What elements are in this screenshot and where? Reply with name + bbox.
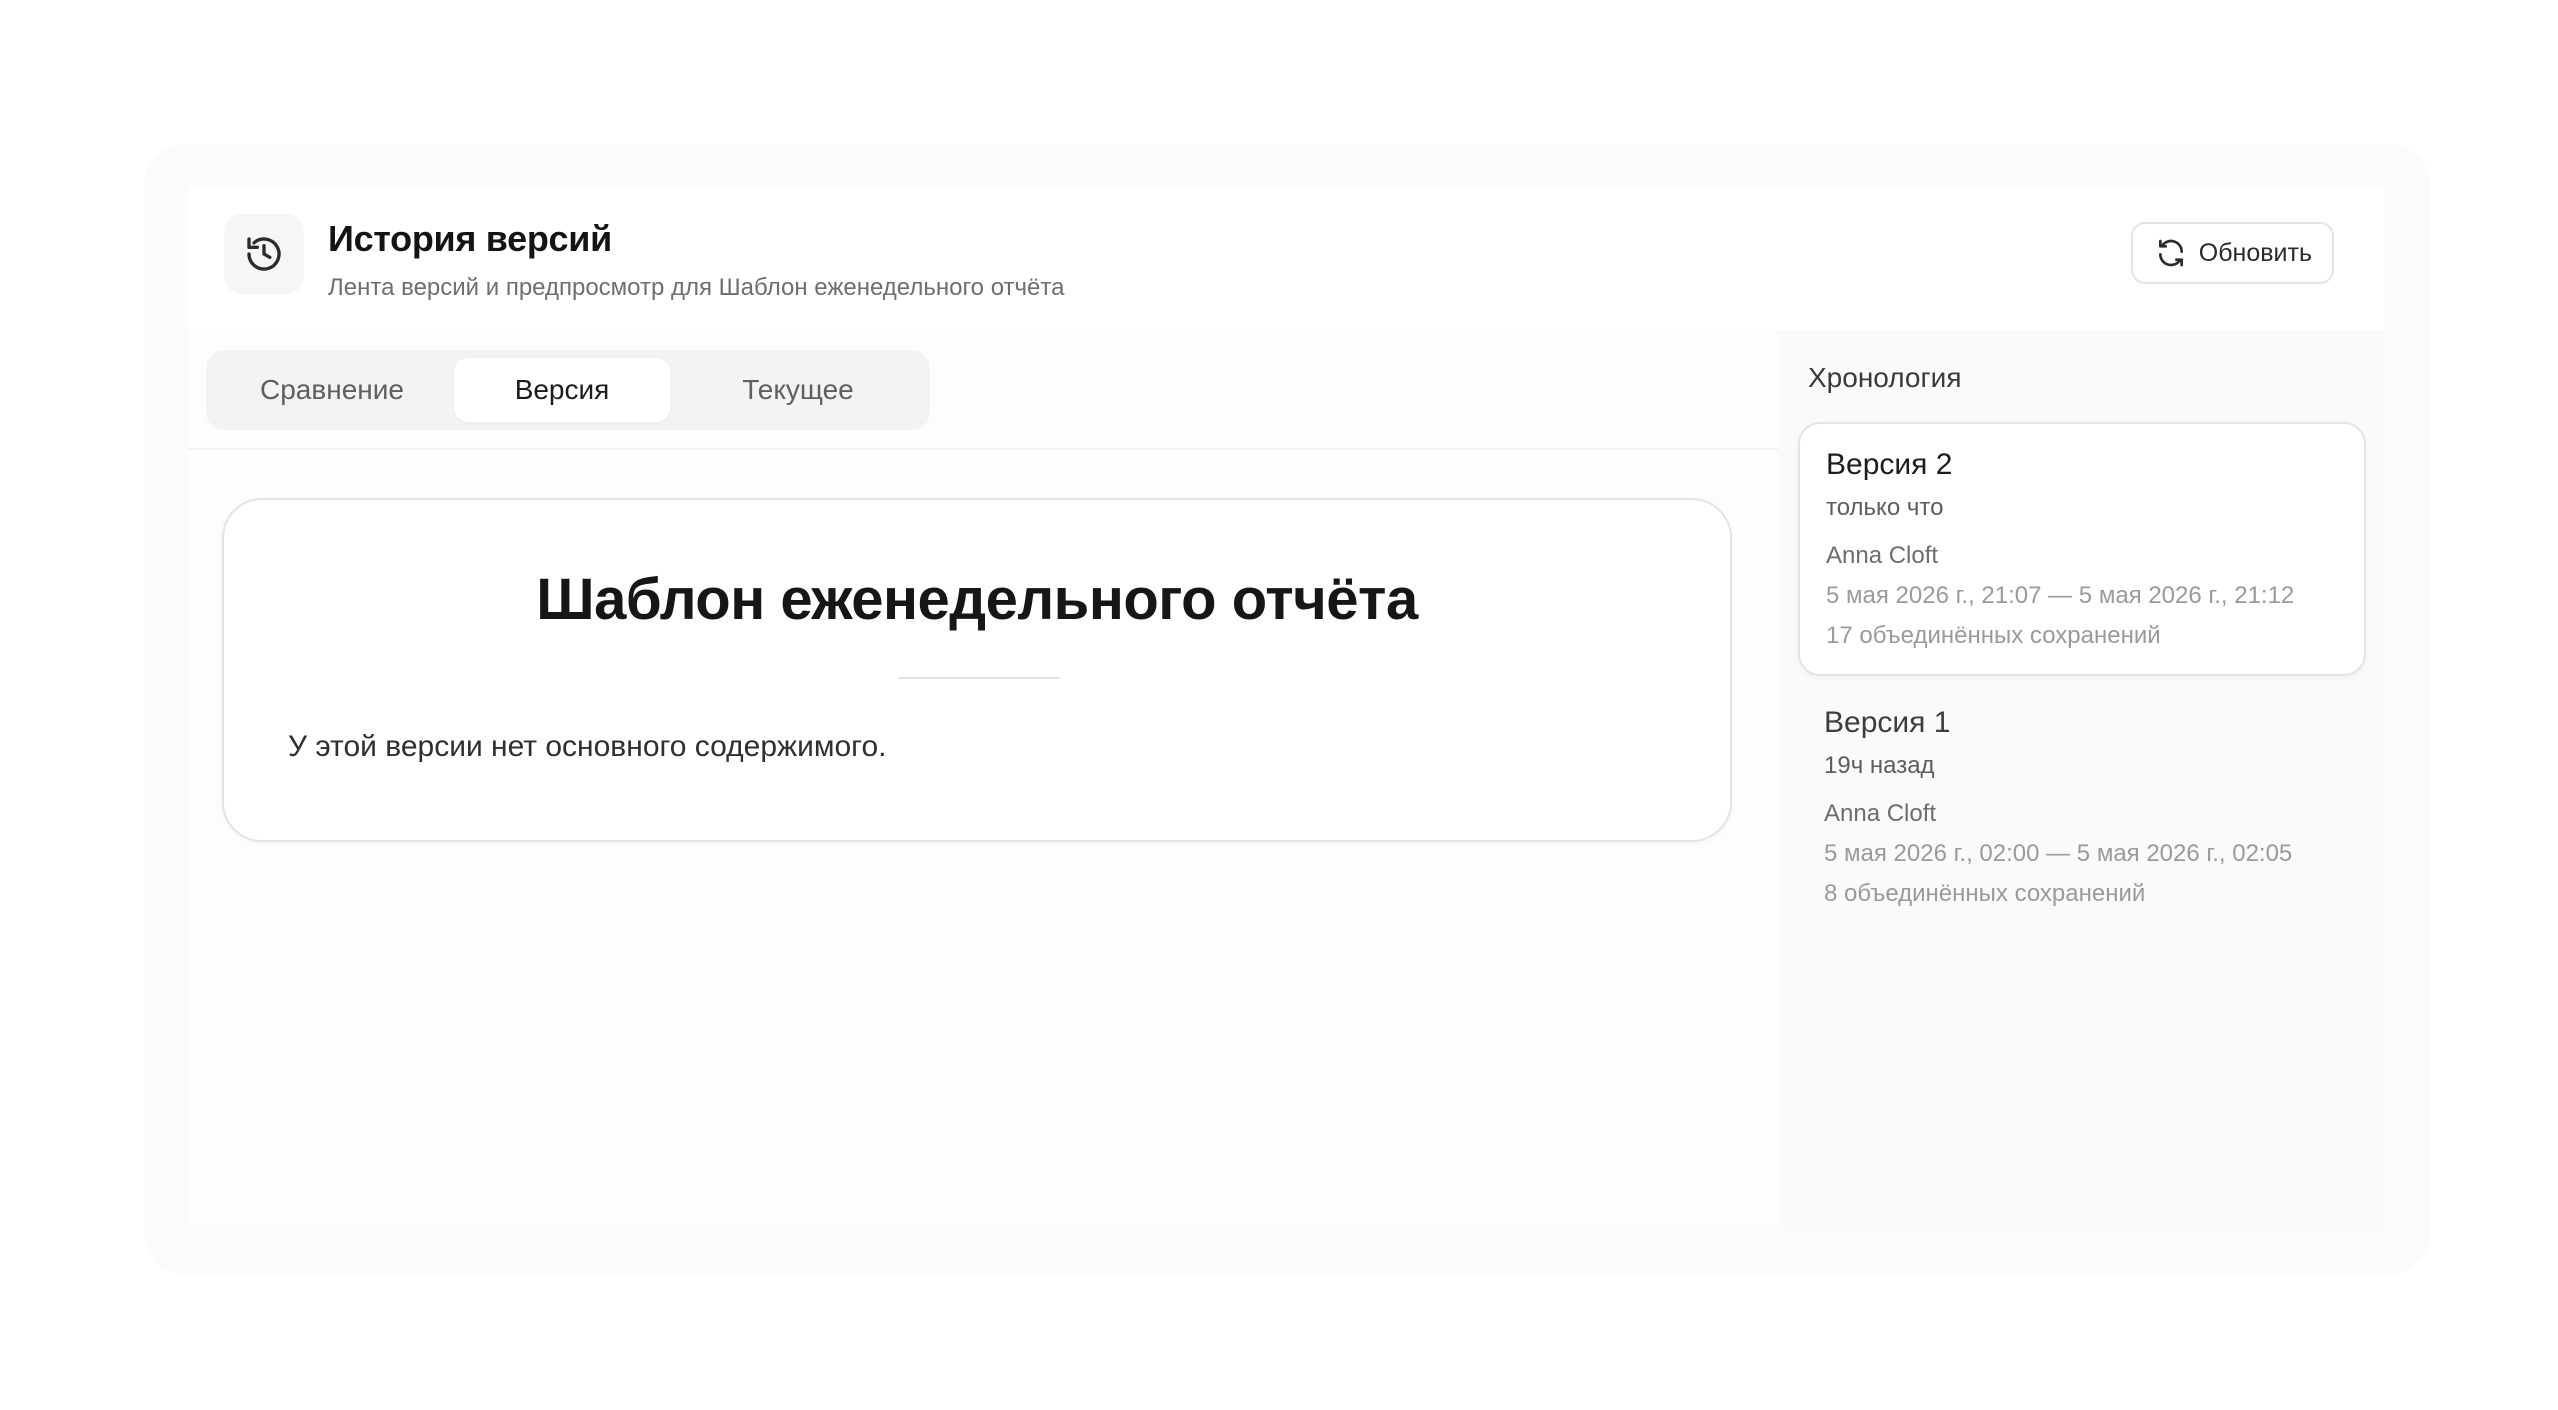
document-body-text: У этой версии нет основного содержимого. [288, 730, 887, 763]
document-preview-card: Шаблон еженедельного отчёта У этой верси… [222, 498, 1732, 842]
page-subtitle: Лента версий и предпросмотр для Шаблон е… [328, 274, 1065, 301]
tab-version[interactable]: Версия [454, 358, 670, 422]
version-saves-count: 8 объединённых сохранений [1824, 880, 2146, 907]
version-time-range: 5 мая 2026 г., 21:07 — 5 мая 2026 г., 21… [1826, 582, 2295, 609]
refresh-icon [2155, 237, 2187, 269]
refresh-button-label: Обновить [2198, 238, 2312, 267]
version-item-1[interactable]: Версия 1 19ч назад Anna Cloft 5 мая 2026… [1798, 682, 2366, 936]
version-name: Версия 2 [1826, 448, 1953, 481]
history-icon [224, 214, 304, 294]
version-time-range: 5 мая 2026 г., 02:00 — 5 мая 2026 г., 02… [1824, 840, 2293, 867]
version-item-2[interactable]: Версия 2 только что Anna Cloft 5 мая 202… [1798, 422, 2366, 676]
timeline-heading: Хронология [1808, 362, 1962, 393]
version-name: Версия 1 [1824, 706, 1951, 739]
refresh-button[interactable]: Обновить [2130, 222, 2334, 284]
view-tabs: Сравнение Версия Текущее [206, 350, 930, 430]
tab-current[interactable]: Текущее [678, 358, 918, 422]
page-title: История версий [328, 218, 612, 259]
version-author: Anna Cloft [1826, 542, 1939, 569]
timeline-sidebar: Хронология Версия 2 только что Anna Clof… [1778, 330, 2384, 1228]
version-author: Anna Cloft [1824, 800, 1937, 827]
version-relative-time: только что [1826, 494, 1944, 521]
title-divider [898, 677, 1060, 679]
version-relative-time: 19ч назад [1824, 752, 1935, 779]
tab-compare[interactable]: Сравнение [218, 358, 446, 422]
tabs-bar: Сравнение Версия Текущее [188, 330, 1778, 450]
version-saves-count: 17 объединённых сохранений [1826, 622, 2161, 649]
panel-header: История версий Лента версий и предпросмо… [188, 188, 2384, 332]
document-title: Шаблон еженедельного отчёта [536, 567, 1418, 632]
preview-column: Сравнение Версия Текущее Шаблон еженедел… [188, 330, 1778, 1228]
